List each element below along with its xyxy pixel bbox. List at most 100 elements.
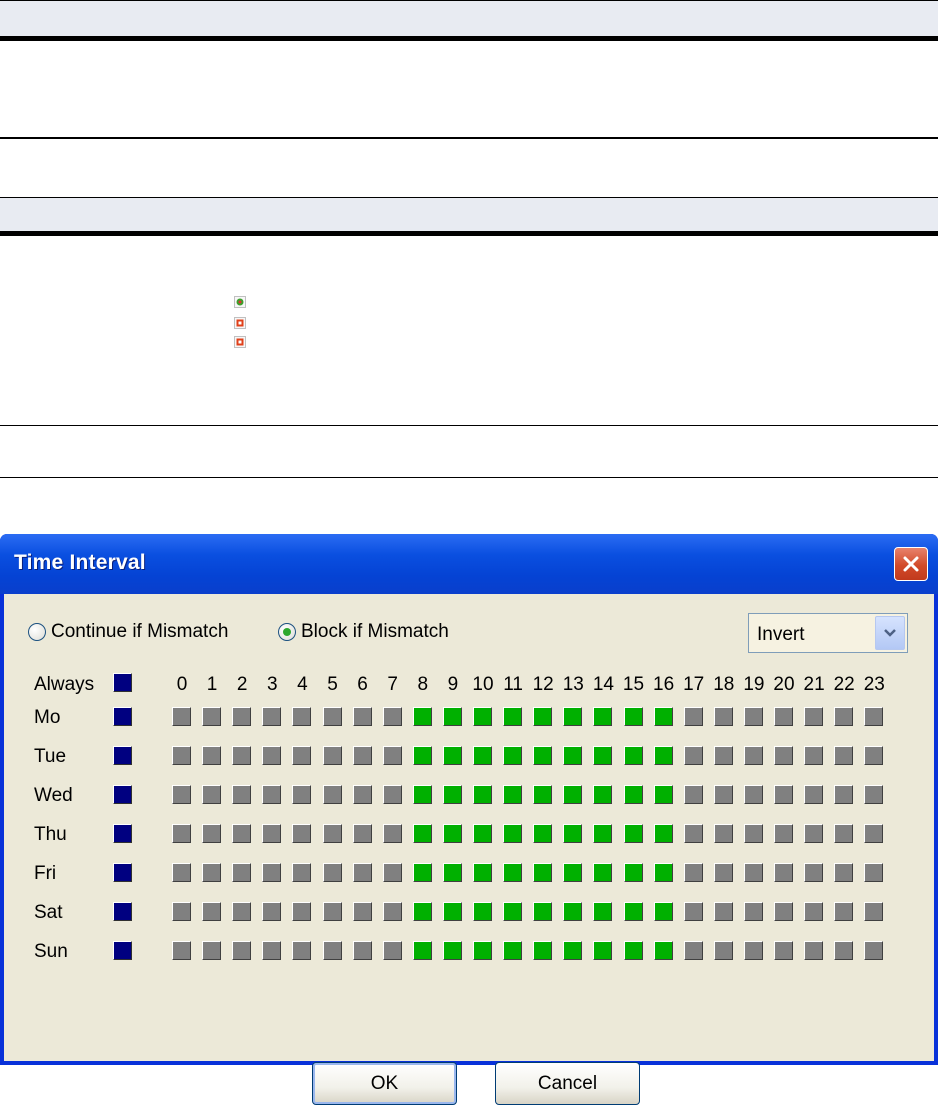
schedule-cell[interactable] <box>202 746 222 765</box>
schedule-cell[interactable] <box>232 785 252 804</box>
schedule-cell[interactable] <box>202 941 222 960</box>
schedule-cell[interactable] <box>352 863 372 882</box>
schedule-cell[interactable] <box>713 746 733 765</box>
schedule-cell[interactable] <box>473 785 492 804</box>
always-toggle[interactable] <box>113 673 132 692</box>
radio-circle[interactable] <box>28 623 46 641</box>
schedule-cell[interactable] <box>262 785 282 804</box>
schedule-cell[interactable] <box>864 902 884 921</box>
schedule-cell[interactable] <box>292 941 312 960</box>
schedule-cell[interactable] <box>232 902 252 921</box>
schedule-cell[interactable] <box>683 824 703 843</box>
schedule-cell[interactable] <box>473 863 492 882</box>
schedule-cell[interactable] <box>382 707 402 726</box>
schedule-cell[interactable] <box>262 746 282 765</box>
schedule-cell[interactable] <box>834 707 854 726</box>
schedule-cell[interactable] <box>563 785 583 804</box>
schedule-cell[interactable] <box>713 902 733 921</box>
schedule-cell[interactable] <box>864 785 884 804</box>
invert-select[interactable]: Invert <box>748 613 908 653</box>
schedule-cell[interactable] <box>533 863 553 882</box>
schedule-cell[interactable] <box>593 863 613 882</box>
schedule-cell[interactable] <box>442 824 462 843</box>
schedule-cell[interactable] <box>683 746 703 765</box>
schedule-cell[interactable] <box>743 824 763 843</box>
schedule-cell[interactable] <box>262 902 282 921</box>
day-toggle[interactable] <box>113 824 132 843</box>
schedule-cell[interactable] <box>834 824 854 843</box>
schedule-cell[interactable] <box>442 902 462 921</box>
schedule-cell[interactable] <box>262 941 282 960</box>
schedule-cell[interactable] <box>503 941 523 960</box>
schedule-cell[interactable] <box>503 746 523 765</box>
schedule-cell[interactable] <box>352 746 372 765</box>
schedule-cell[interactable] <box>804 746 824 765</box>
day-toggle[interactable] <box>113 707 132 726</box>
schedule-cell[interactable] <box>653 785 673 804</box>
schedule-cell[interactable] <box>713 824 733 843</box>
schedule-cell[interactable] <box>743 746 763 765</box>
schedule-cell[interactable] <box>533 941 553 960</box>
schedule-cell[interactable] <box>804 707 824 726</box>
schedule-cell[interactable] <box>172 785 191 804</box>
schedule-cell[interactable] <box>202 902 222 921</box>
schedule-cell[interactable] <box>473 941 492 960</box>
schedule-cell[interactable] <box>322 902 342 921</box>
schedule-cell[interactable] <box>322 785 342 804</box>
schedule-cell[interactable] <box>563 746 583 765</box>
schedule-cell[interactable] <box>412 824 432 843</box>
schedule-cell[interactable] <box>382 824 402 843</box>
schedule-cell[interactable] <box>352 707 372 726</box>
schedule-cell[interactable] <box>834 746 854 765</box>
schedule-cell[interactable] <box>623 863 643 882</box>
schedule-cell[interactable] <box>774 746 793 765</box>
schedule-cell[interactable] <box>563 707 583 726</box>
schedule-cell[interactable] <box>292 746 312 765</box>
schedule-cell[interactable] <box>743 863 763 882</box>
schedule-cell[interactable] <box>864 746 884 765</box>
schedule-cell[interactable] <box>292 863 312 882</box>
schedule-cell[interactable] <box>743 707 763 726</box>
schedule-cell[interactable] <box>172 902 191 921</box>
schedule-cell[interactable] <box>352 941 372 960</box>
day-toggle[interactable] <box>113 746 132 765</box>
schedule-cell[interactable] <box>322 863 342 882</box>
schedule-cell[interactable] <box>232 707 252 726</box>
schedule-cell[interactable] <box>653 941 673 960</box>
schedule-cell[interactable] <box>774 785 793 804</box>
schedule-cell[interactable] <box>593 707 613 726</box>
schedule-cell[interactable] <box>172 707 191 726</box>
schedule-cell[interactable] <box>834 902 854 921</box>
schedule-cell[interactable] <box>412 746 432 765</box>
schedule-cell[interactable] <box>653 746 673 765</box>
schedule-cell[interactable] <box>322 746 342 765</box>
schedule-cell[interactable] <box>503 863 523 882</box>
schedule-cell[interactable] <box>503 824 523 843</box>
schedule-cell[interactable] <box>232 941 252 960</box>
schedule-cell[interactable] <box>172 824 191 843</box>
schedule-cell[interactable] <box>382 863 402 882</box>
schedule-cell[interactable] <box>623 707 643 726</box>
schedule-cell[interactable] <box>292 785 312 804</box>
schedule-cell[interactable] <box>804 863 824 882</box>
schedule-cell[interactable] <box>593 746 613 765</box>
schedule-cell[interactable] <box>743 785 763 804</box>
schedule-cell[interactable] <box>804 902 824 921</box>
schedule-cell[interactable] <box>202 707 222 726</box>
schedule-cell[interactable] <box>292 824 312 843</box>
schedule-cell[interactable] <box>533 707 553 726</box>
schedule-cell[interactable] <box>713 707 733 726</box>
schedule-cell[interactable] <box>442 746 462 765</box>
schedule-cell[interactable] <box>473 902 492 921</box>
block-if-mismatch-radio[interactable]: Block if Mismatch <box>278 621 449 643</box>
schedule-cell[interactable] <box>412 941 432 960</box>
schedule-cell[interactable] <box>623 746 643 765</box>
schedule-cell[interactable] <box>683 785 703 804</box>
schedule-cell[interactable] <box>653 707 673 726</box>
schedule-cell[interactable] <box>473 824 492 843</box>
schedule-cell[interactable] <box>804 941 824 960</box>
schedule-cell[interactable] <box>503 785 523 804</box>
schedule-cell[interactable] <box>412 707 432 726</box>
schedule-cell[interactable] <box>202 824 222 843</box>
schedule-cell[interactable] <box>412 863 432 882</box>
